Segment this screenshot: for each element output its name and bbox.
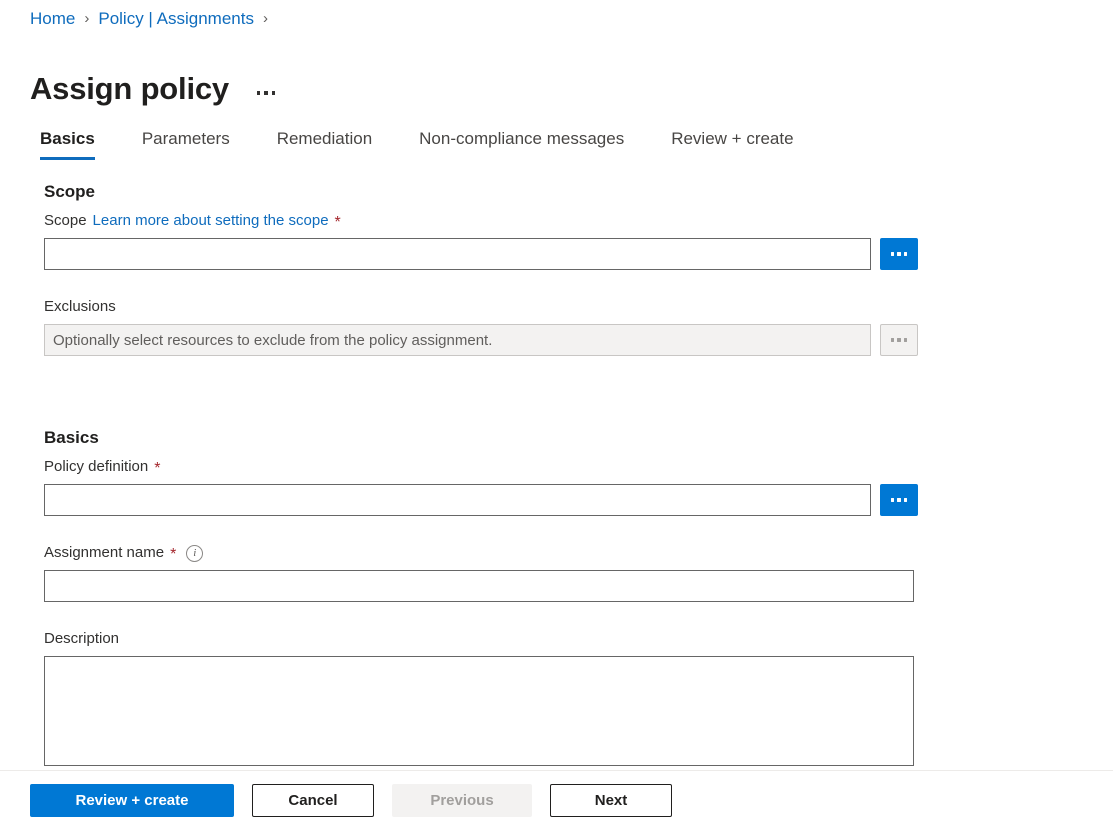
assignment-name-label: Assignment name [44,542,164,564]
ellipsis-dot [897,498,901,502]
description-textarea[interactable] [44,656,914,766]
assignment-name-required-marker: * [170,548,176,562]
page-title: Assign policy [30,69,229,109]
tab-parameters[interactable]: Parameters [142,128,230,160]
breadcrumb: Home › Policy | Assignments › [30,8,277,30]
tab-remediation[interactable]: Remediation [277,128,372,160]
ellipsis-dot [891,252,895,256]
assignment-name-label-row: Assignment name * i [44,542,1113,564]
exclusions-label-row: Exclusions [44,296,1113,318]
policy-definition-picker-button[interactable] [880,484,918,516]
description-label-row: Description [44,628,1113,650]
next-button[interactable]: Next [550,784,672,817]
review-create-button[interactable]: Review + create [30,784,234,817]
ellipsis-dot [891,338,895,342]
exclusions-input-row [44,324,1113,356]
scope-label-row: Scope Learn more about setting the scope… [44,210,1113,232]
policy-definition-label-row: Policy definition * [44,456,1113,478]
tab-basics[interactable]: Basics [40,128,95,160]
ellipsis-dot [904,498,908,502]
scope-section-heading: Scope [44,180,1113,204]
policy-definition-field: Policy definition * [44,456,1113,516]
policy-definition-required-marker: * [154,462,160,476]
ellipsis-dot [897,252,901,256]
tab-non-compliance-messages[interactable]: Non-compliance messages [419,128,624,160]
scope-field: Scope Learn more about setting the scope… [44,210,1113,270]
assignment-name-input-row [44,570,1113,602]
ellipsis-dot [904,338,908,342]
scope-input[interactable] [44,238,871,270]
policy-definition-input-row [44,484,1113,516]
tab-review-create[interactable]: Review + create [671,128,793,160]
assign-policy-page: Home › Policy | Assignments › Assign pol… [0,0,1113,829]
exclusions-input [44,324,871,356]
previous-button: Previous [392,784,532,817]
description-label: Description [44,628,119,650]
breadcrumb-item-home[interactable]: Home [30,8,75,30]
ellipsis-dot [264,91,268,95]
ellipsis-dot [904,252,908,256]
title-row: Assign policy [30,48,279,130]
exclusions-picker-button [880,324,918,356]
description-field: Description [44,628,1113,770]
cancel-button[interactable]: Cancel [252,784,374,817]
scope-picker-button[interactable] [880,238,918,270]
assignment-name-input[interactable] [44,570,914,602]
ellipsis-dot [891,498,895,502]
exclusions-field: Exclusions [44,296,1113,356]
breadcrumb-separator-icon: › [84,8,89,30]
wizard-footer: Review + create Cancel Previous Next [0,770,1113,829]
scope-required-marker: * [335,216,341,230]
scope-learn-more-link[interactable]: Learn more about setting the scope [93,210,329,232]
assignment-name-field: Assignment name * i [44,542,1113,602]
ellipsis-dot [272,91,276,95]
ellipsis-dot [897,338,901,342]
policy-definition-label: Policy definition [44,456,148,478]
info-icon[interactable]: i [186,545,203,562]
ellipsis-dot [257,91,261,95]
breadcrumb-separator-icon: › [263,8,268,30]
wizard-tabs: Basics Parameters Remediation Non-compli… [40,128,794,160]
policy-definition-input[interactable] [44,484,871,516]
basics-section-heading: Basics [44,426,1113,450]
form-body: Scope Scope Learn more about setting the… [0,180,1113,770]
more-commands-icon[interactable] [253,85,280,101]
breadcrumb-item-policy-assignments[interactable]: Policy | Assignments [98,8,254,30]
exclusions-label: Exclusions [44,296,116,318]
scope-input-row [44,238,1113,270]
scope-label: Scope [44,210,87,232]
